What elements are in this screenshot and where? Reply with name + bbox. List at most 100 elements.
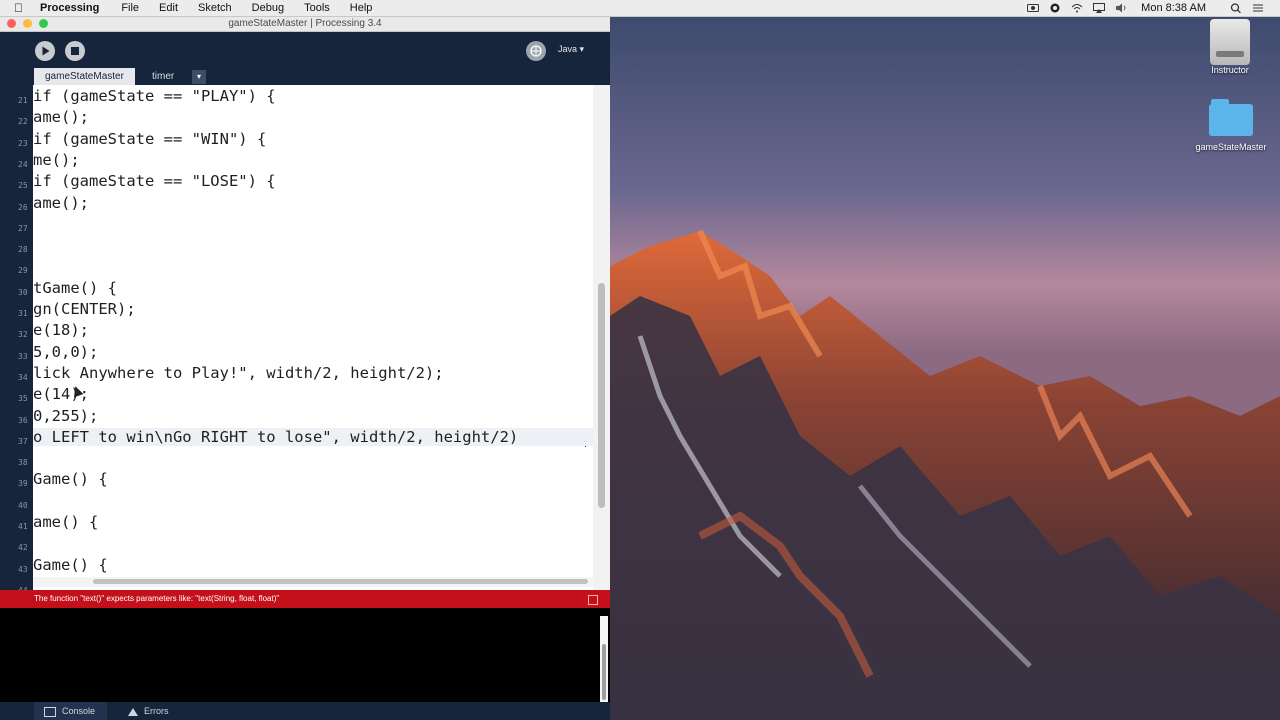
code-line[interactable]: 5,0,0); — [33, 343, 98, 361]
code-line[interactable]: Game() { — [33, 556, 108, 574]
menu-sketch[interactable]: Sketch — [198, 2, 232, 14]
list-icon[interactable] — [1252, 3, 1264, 13]
toolbar: Java ▾ — [0, 32, 610, 68]
airplay-icon[interactable] — [1093, 3, 1106, 13]
warning-icon — [128, 707, 138, 716]
stop-button[interactable] — [65, 41, 85, 61]
line-number: 42 — [18, 543, 28, 553]
vertical-scrollbar[interactable] — [593, 85, 610, 600]
line-number: 29 — [18, 266, 28, 276]
code-line[interactable]: ame() { — [33, 513, 98, 531]
processing-window: gameStateMaster | Processing 3.4 Java ▾ … — [0, 16, 610, 720]
camera-icon[interactable] — [1027, 3, 1040, 13]
folder-label: gameStateMaster — [1195, 142, 1267, 152]
vertical-scroll-thumb[interactable] — [598, 283, 605, 508]
volume-icon[interactable] — [1115, 3, 1127, 13]
play-icon — [42, 46, 50, 56]
wifi-icon[interactable] — [1071, 3, 1083, 13]
code-line[interactable]: ame(); — [33, 108, 89, 126]
error-message: The function "text()" expects parameters… — [34, 594, 280, 603]
line-number: 22 — [18, 117, 28, 127]
menu-file[interactable]: File — [121, 2, 139, 14]
desktop-drive-icon[interactable]: Instructor — [1203, 19, 1257, 75]
menu-bar:  Processing File Edit Sketch Debug Tool… — [0, 0, 1280, 17]
line-number: 27 — [18, 223, 28, 233]
folder-icon — [1209, 99, 1253, 136]
menu-app-name[interactable]: Processing — [40, 2, 99, 14]
menu-clock[interactable]: Mon 8:38 AM — [1141, 2, 1206, 14]
run-button[interactable] — [35, 41, 55, 61]
code-line[interactable]: tGame() { — [33, 279, 117, 297]
menu-tools[interactable]: Tools — [304, 2, 330, 14]
mode-selector[interactable]: Java ▾ — [558, 44, 584, 55]
menu-debug[interactable]: Debug — [252, 2, 284, 14]
line-number: 36 — [18, 415, 28, 425]
line-number: 21 — [18, 96, 28, 105]
debug-icon — [530, 45, 542, 57]
line-number: 43 — [18, 564, 28, 574]
close-button[interactable] — [7, 19, 16, 28]
horizontal-scroll-thumb[interactable] — [93, 579, 588, 584]
status-area: Mon 8:38 AM — [1017, 2, 1280, 14]
window-title: gameStateMaster | Processing 3.4 — [228, 18, 382, 29]
code-line[interactable]: ame(); — [33, 194, 89, 212]
line-number: 41 — [18, 522, 28, 531]
horizontal-scrollbar[interactable] — [33, 577, 593, 587]
sketch-tabs: gameStateMaster timer ▾ — [0, 68, 610, 86]
code-area[interactable]: if (gameState == "PLAY") { ame(); if (game… — [33, 85, 593, 600]
line-number: 23 — [18, 138, 28, 148]
window-titlebar[interactable]: gameStateMaster | Processing 3.4 — [0, 16, 610, 32]
record-icon[interactable] — [1049, 3, 1061, 13]
error-bar: The function "text()" expects parameters… — [0, 590, 610, 608]
line-number: 24 — [18, 159, 28, 169]
errors-tab[interactable]: Errors — [120, 702, 177, 720]
line-number: 40 — [18, 500, 28, 510]
line-number: 26 — [18, 202, 28, 212]
console-icon — [44, 706, 56, 717]
line-number: 35 — [18, 394, 28, 404]
apple-icon[interactable]:  — [14, 1, 28, 15]
code-line[interactable]: if (gameState == "PLAY") { — [33, 87, 276, 105]
line-number: 25 — [18, 181, 28, 191]
mode-label: Java — [558, 44, 578, 54]
line-number: 39 — [18, 479, 28, 489]
code-line[interactable]: if (gameState == "LOSE") { — [33, 172, 276, 190]
code-line[interactable]: me(); — [33, 151, 80, 169]
minimize-button[interactable] — [23, 19, 32, 28]
tab-timer[interactable]: timer — [141, 68, 185, 86]
tab-menu-button[interactable]: ▾ — [192, 70, 206, 84]
chevron-down-icon: ▾ — [579, 44, 585, 54]
code-line[interactable]: if (gameState == "WIN") { — [33, 130, 266, 148]
code-editor[interactable]: 21 22 23 24 25 26 27 28 29 30 31 32 33 34 35 36 37 38 39 40… — [0, 85, 610, 600]
console-tab-label: Console — [62, 706, 96, 716]
code-line[interactable]: o LEFT to win\nGo RIGHT to lose", width/… — [33, 427, 593, 446]
line-number: 28 — [18, 245, 28, 255]
code-line[interactable]: lick Anywhere to Play!", width/2, height… — [33, 364, 444, 382]
code-line[interactable]: e(18); — [33, 321, 89, 339]
console-scrollbar[interactable] — [600, 616, 608, 706]
code-line[interactable]: gn(CENTER); — [33, 300, 136, 318]
zoom-button[interactable] — [39, 19, 48, 28]
line-number: 38 — [18, 458, 28, 468]
menu-edit[interactable]: Edit — [159, 2, 178, 14]
console-output[interactable] — [0, 608, 610, 702]
desktop-folder-icon[interactable]: gameStateMaster — [1188, 99, 1274, 152]
code-line[interactable]: Game() { — [33, 470, 108, 488]
drive-label: Instructor — [1211, 65, 1249, 75]
window-controls — [7, 19, 55, 28]
stop-icon — [71, 47, 79, 55]
debug-button[interactable] — [526, 41, 546, 61]
tab-gamestatemaster[interactable]: gameStateMaster — [34, 68, 135, 86]
console-tab[interactable]: Console — [34, 702, 108, 720]
footer-tabs: Console Errors — [0, 702, 610, 720]
menu-help[interactable]: Help — [350, 2, 373, 14]
line-number: 37 — [18, 436, 28, 446]
errors-tab-label: Errors — [144, 706, 169, 716]
code-line[interactable]: 0,255); — [33, 407, 98, 425]
copy-icon[interactable] — [588, 595, 598, 605]
search-icon[interactable] — [1230, 3, 1242, 14]
line-number: 30 — [18, 287, 28, 297]
line-number: 32 — [18, 330, 28, 340]
line-number: 33 — [18, 351, 28, 361]
console-scroll-thumb[interactable] — [602, 644, 606, 700]
